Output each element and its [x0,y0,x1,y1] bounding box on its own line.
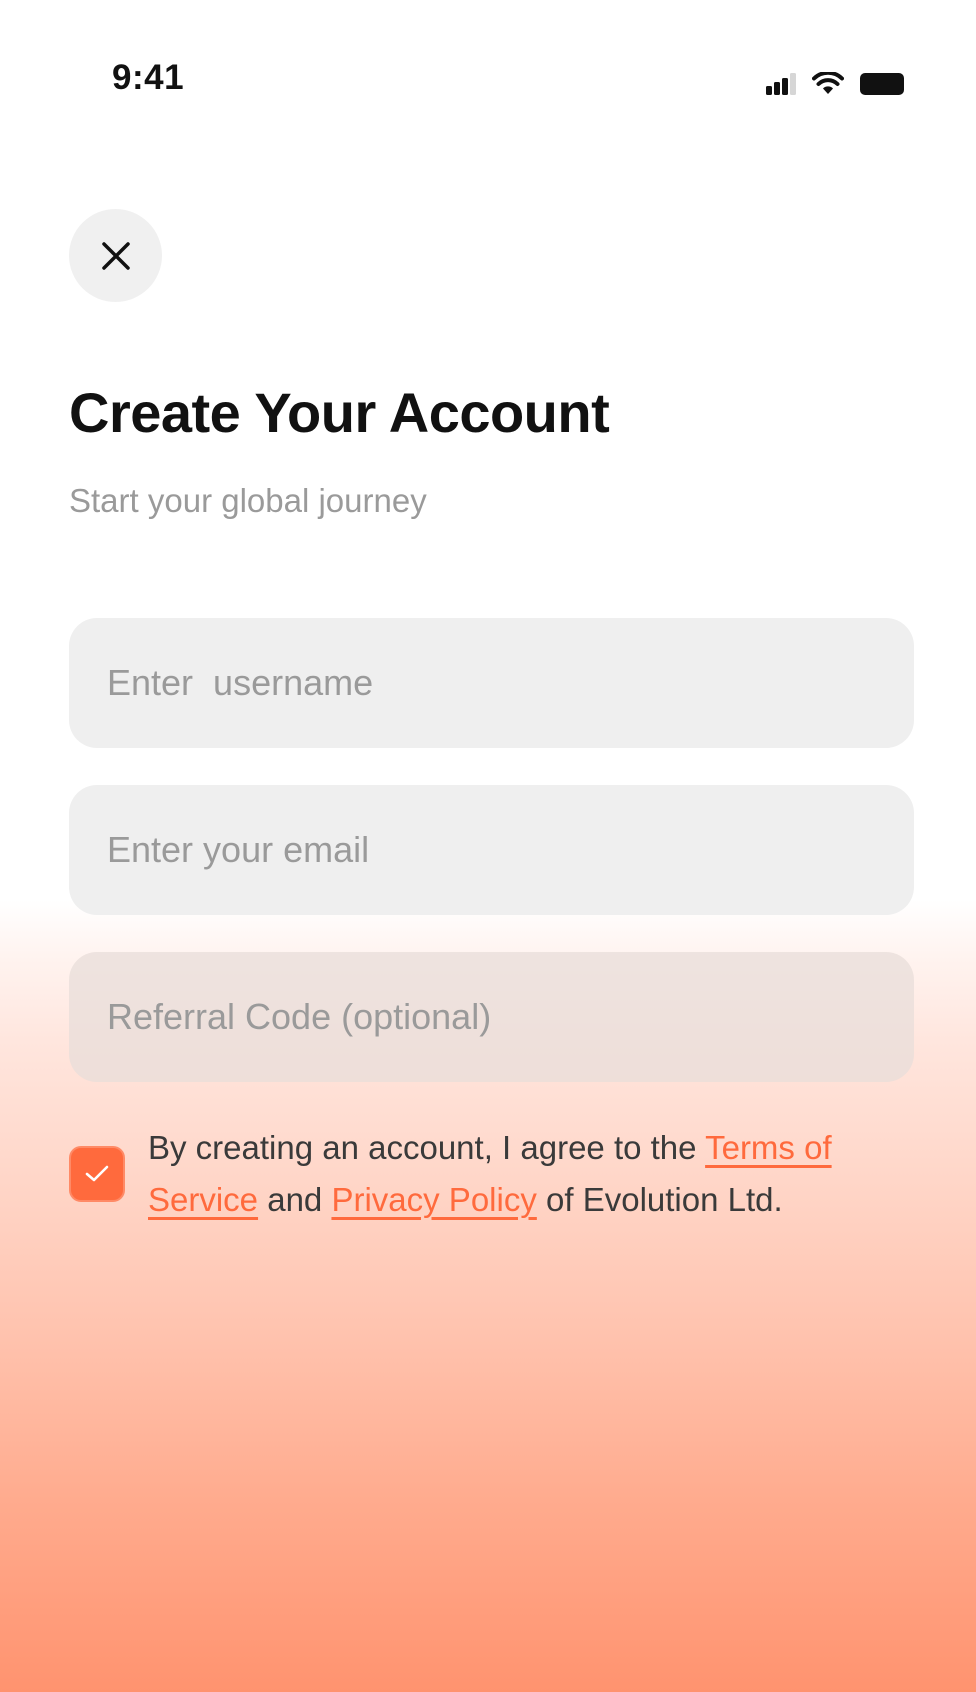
checkmark-icon [84,1164,110,1184]
status-icons [766,72,906,96]
terms-text-middle: and [258,1181,332,1218]
wifi-icon [812,72,844,96]
status-bar: 9:41 [32,30,944,122]
terms-text-before: By creating an account, I agree to the [148,1129,706,1166]
email-field[interactable] [69,785,914,915]
signal-icon [766,73,796,95]
referral-code-field[interactable] [69,952,914,1082]
battery-icon [860,73,906,95]
username-field[interactable] [69,618,914,748]
close-icon [100,240,132,272]
close-button[interactable] [69,209,162,302]
page-subtitle: Start your global journey [69,482,427,519]
terms-text-after: of Evolution Ltd. [536,1181,783,1218]
status-time: 9:41 [112,58,185,97]
terms-agreement: By creating an account, I agree to the T… [69,1122,914,1226]
privacy-policy-link[interactable]: Privacy Policy [331,1181,536,1218]
create-account-screen: 9:41 Create Your Account Start your glob… [0,0,976,1692]
terms-text: By creating an account, I agree to the T… [148,1122,868,1226]
terms-checkbox[interactable] [69,1146,125,1202]
page-title: Create Your Account [69,381,610,444]
